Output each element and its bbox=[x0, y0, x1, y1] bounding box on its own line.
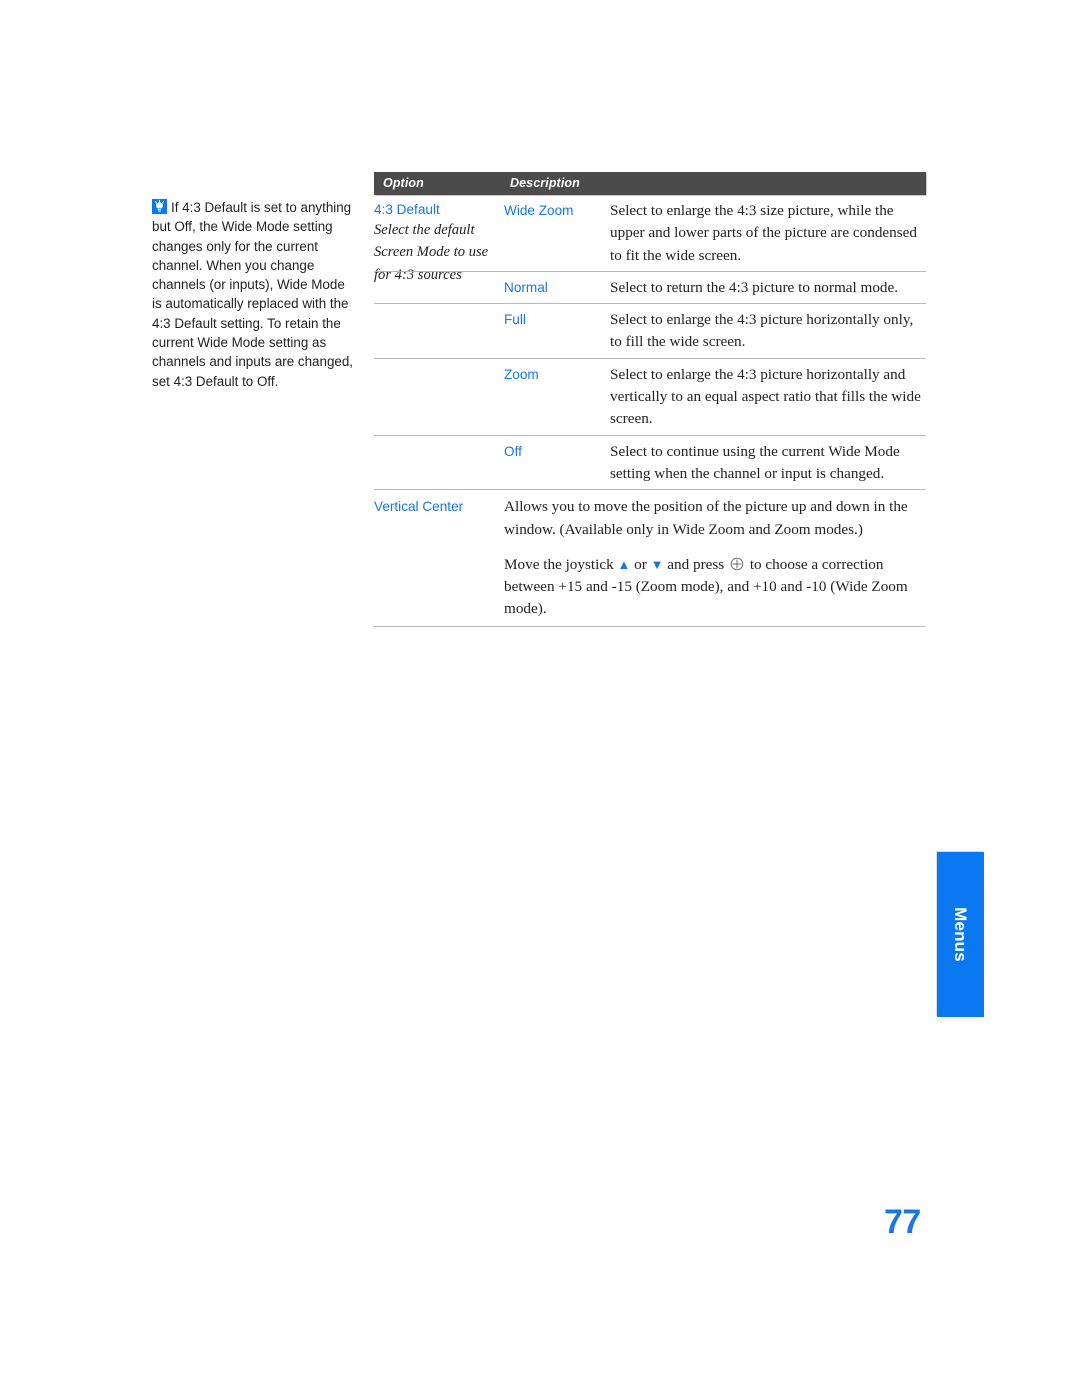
table-row: Wide Zoom Select to enlarge the 4:3 size… bbox=[374, 195, 926, 271]
select-button-icon bbox=[730, 557, 744, 571]
options-table: Option Description 4:3 Default Select th… bbox=[374, 172, 926, 627]
arrow-down-icon: ▼ bbox=[650, 556, 664, 572]
joystick-instruction-part2: and press bbox=[667, 555, 725, 573]
row-spacer bbox=[374, 364, 504, 431]
row-spacer bbox=[374, 200, 504, 267]
option-description: Select to return the 4:3 picture to norm… bbox=[610, 278, 899, 296]
table-row-vertical-center: Vertical Center Allows you to move the p… bbox=[374, 489, 926, 625]
option-value-label: Off bbox=[504, 443, 522, 459]
option-value-label: Wide Zoom bbox=[504, 203, 574, 218]
option-description: Select to enlarge the 4:3 picture horizo… bbox=[610, 365, 921, 428]
column-header-description: Description bbox=[510, 176, 580, 190]
page-number: 77 bbox=[884, 1203, 921, 1241]
column-header-option: Option bbox=[383, 176, 424, 190]
option-value-label: Vertical Center bbox=[374, 499, 464, 515]
joystick-instruction-part1: Move the joystick bbox=[504, 555, 614, 573]
tip-note-text: If 4:3 Default is set to anything but Of… bbox=[152, 200, 354, 389]
row-spacer bbox=[374, 277, 504, 299]
table-row: Off Select to continue using the current… bbox=[374, 434, 926, 490]
table-row: Normal Select to return the 4:3 picture … bbox=[374, 270, 926, 303]
option-description: Allows you to move the position of the p… bbox=[504, 496, 926, 620]
vertical-center-paragraph-2: Move the joystick ▲ or ▼ and press to ch… bbox=[504, 554, 926, 621]
arrow-up-icon: ▲ bbox=[617, 556, 631, 572]
table-bottom-rule bbox=[374, 625, 926, 627]
section-tab-menus[interactable]: Menus bbox=[937, 852, 984, 1017]
option-value-label: Full bbox=[504, 312, 526, 328]
option-description: Select to enlarge the 4:3 picture horizo… bbox=[610, 311, 914, 351]
row-spacer bbox=[374, 309, 504, 354]
table-header-row: Option Description bbox=[374, 172, 926, 195]
option-description: Select to enlarge the 4:3 size picture, … bbox=[610, 202, 917, 264]
table-row: Full Select to enlarge the 4:3 picture h… bbox=[374, 303, 926, 358]
lightbulb-icon bbox=[152, 199, 167, 214]
option-value-label: Zoom bbox=[504, 366, 539, 382]
tip-note: If 4:3 Default is set to anything but Of… bbox=[152, 198, 357, 391]
vertical-center-paragraph-1: Allows you to move the position of the p… bbox=[504, 498, 908, 538]
table-row: Zoom Select to enlarge the 4:3 picture h… bbox=[374, 357, 926, 435]
table-body: 4:3 Default Select the default Screen Mo… bbox=[374, 195, 926, 489]
joystick-or: or bbox=[634, 555, 647, 573]
option-value-label: Normal bbox=[504, 279, 548, 295]
option-description: Select to continue using the current Wid… bbox=[610, 442, 900, 482]
section-tab-label: Menus bbox=[951, 907, 971, 962]
row-spacer bbox=[374, 441, 504, 486]
